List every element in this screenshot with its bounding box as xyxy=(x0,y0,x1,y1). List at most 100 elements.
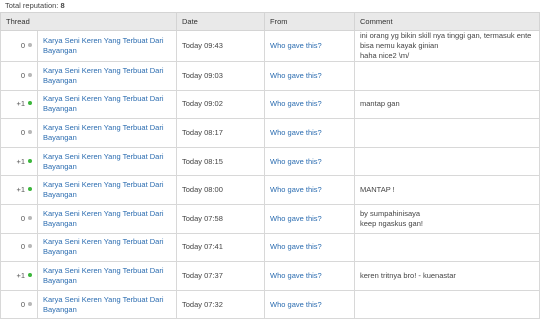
who-gave-this-link[interactable]: Who gave this? xyxy=(270,242,322,251)
date-cell: Today 08:17 xyxy=(176,118,266,148)
from-cell: Who gave this? xyxy=(264,30,356,62)
reputation-points-cell: 0 xyxy=(0,30,38,62)
column-header-date[interactable]: Date xyxy=(176,12,266,31)
reputation-points: 0 xyxy=(20,213,25,223)
thread-link[interactable]: Karya Seni Keren Yang Terbuat Dari Bayan… xyxy=(43,209,164,228)
thread-cell: Karya Seni Keren Yang Terbuat Dari Bayan… xyxy=(36,203,178,234)
table-row: 0 Karya Seni Keren Yang Terbuat Dari Bay… xyxy=(0,61,540,91)
from-cell: Who gave this? xyxy=(264,289,356,320)
thread-link[interactable]: Karya Seni Keren Yang Terbuat Dari Bayan… xyxy=(43,266,164,285)
date-cell: Today 07:37 xyxy=(176,261,266,291)
table-row: +1 Karya Seni Keren Yang Terbuat Dari Ba… xyxy=(0,89,540,120)
total-reputation: Total reputation: 8 xyxy=(0,0,540,12)
reputation-points-cell: +1 xyxy=(0,175,38,205)
total-reputation-label: Total reputation: xyxy=(5,1,59,10)
thread-cell: Karya Seni Keren Yang Terbuat Dari Bayan… xyxy=(36,89,178,120)
date-cell: Today 09:03 xyxy=(176,61,266,91)
neutral-dot-icon xyxy=(28,72,32,77)
positive-dot-icon xyxy=(28,158,32,163)
reputation-points-cell: 0 xyxy=(0,61,38,91)
neutral-dot-icon xyxy=(28,43,32,48)
thread-link[interactable]: Karya Seni Keren Yang Terbuat Dari Bayan… xyxy=(43,66,164,85)
comment-cell: MANTAP ! xyxy=(354,175,540,205)
thread-cell: Karya Seni Keren Yang Terbuat Dari Bayan… xyxy=(36,289,178,320)
who-gave-this-link[interactable]: Who gave this? xyxy=(270,41,322,50)
column-header-comment[interactable]: Comment xyxy=(354,12,540,31)
from-cell: Who gave this? xyxy=(264,61,356,91)
thread-cell: Karya Seni Keren Yang Terbuat Dari Bayan… xyxy=(36,146,178,177)
date-cell: Today 07:32 xyxy=(176,289,266,320)
who-gave-this-link[interactable]: Who gave this? xyxy=(270,71,322,80)
date-cell: Today 07:41 xyxy=(176,232,266,263)
thread-link[interactable]: Karya Seni Keren Yang Terbuat Dari Bayan… xyxy=(43,94,164,113)
who-gave-this-link[interactable]: Who gave this? xyxy=(270,128,322,137)
thread-cell: Karya Seni Keren Yang Terbuat Dari Bayan… xyxy=(36,61,178,91)
neutral-dot-icon xyxy=(28,130,32,134)
from-cell: Who gave this? xyxy=(264,261,356,291)
positive-dot-icon xyxy=(28,187,32,192)
comment-cell xyxy=(354,146,540,177)
table-row: 0 Karya Seni Keren Yang Terbuat Dari Bay… xyxy=(0,232,540,263)
from-cell: Who gave this? xyxy=(264,232,356,263)
comment-cell xyxy=(354,289,540,320)
column-header-thread[interactable]: Thread xyxy=(0,12,178,31)
who-gave-this-link[interactable]: Who gave this? xyxy=(270,271,322,280)
reputation-points-cell: 0 xyxy=(0,203,38,234)
comment-cell: by sumpahinisaya keep ngaskus gan! xyxy=(354,203,540,234)
who-gave-this-link[interactable]: Who gave this? xyxy=(270,185,322,194)
reputation-points: +1 xyxy=(16,270,25,280)
reputation-points: 0 xyxy=(20,127,25,137)
thread-cell: Karya Seni Keren Yang Terbuat Dari Bayan… xyxy=(36,232,178,263)
thread-link[interactable]: Karya Seni Keren Yang Terbuat Dari Bayan… xyxy=(43,152,164,171)
thread-link[interactable]: Karya Seni Keren Yang Terbuat Dari Bayan… xyxy=(43,180,164,199)
comment-cell xyxy=(354,118,540,148)
reputation-points: 0 xyxy=(20,242,25,252)
comment-cell: mantap gan xyxy=(354,89,540,120)
table-row: 0 Karya Seni Keren Yang Terbuat Dari Bay… xyxy=(0,289,540,320)
table-row: +1 Karya Seni Keren Yang Terbuat Dari Ba… xyxy=(0,261,540,291)
date-cell: Today 09:02 xyxy=(176,89,266,120)
from-cell: Who gave this? xyxy=(264,89,356,120)
reputation-points: +1 xyxy=(16,156,25,166)
comment-cell xyxy=(354,232,540,263)
thread-link[interactable]: Karya Seni Keren Yang Terbuat Dari Bayan… xyxy=(43,295,164,314)
reputation-points-cell: 0 xyxy=(0,118,38,148)
table-row: 0 Karya Seni Keren Yang Terbuat Dari Bay… xyxy=(0,30,540,62)
who-gave-this-link[interactable]: Who gave this? xyxy=(270,300,322,309)
thread-link[interactable]: Karya Seni Keren Yang Terbuat Dari Bayan… xyxy=(43,36,164,55)
reputation-points-cell: 0 xyxy=(0,289,38,320)
reputation-table: Thread Date From Comment 0 Karya Seni Ke… xyxy=(0,12,540,320)
who-gave-this-link[interactable]: Who gave this? xyxy=(270,157,322,166)
comment-cell xyxy=(354,61,540,91)
table-row: 0 Karya Seni Keren Yang Terbuat Dari Bay… xyxy=(0,203,540,234)
date-cell: Today 07:58 xyxy=(176,203,266,234)
thread-cell: Karya Seni Keren Yang Terbuat Dari Bayan… xyxy=(36,118,178,148)
table-row: 0 Karya Seni Keren Yang Terbuat Dari Bay… xyxy=(0,118,540,148)
positive-dot-icon xyxy=(28,272,32,277)
thread-cell: Karya Seni Keren Yang Terbuat Dari Bayan… xyxy=(36,30,178,62)
reputation-points: +1 xyxy=(16,99,25,109)
comment-cell: keren tritnya bro! - kuenastar xyxy=(354,261,540,291)
who-gave-this-link[interactable]: Who gave this? xyxy=(270,214,322,223)
positive-dot-icon xyxy=(28,101,32,106)
table-row: +1 Karya Seni Keren Yang Terbuat Dari Ba… xyxy=(0,146,540,177)
thread-link[interactable]: Karya Seni Keren Yang Terbuat Dari Bayan… xyxy=(43,123,164,142)
reputation-points-cell: +1 xyxy=(0,146,38,177)
thread-cell: Karya Seni Keren Yang Terbuat Dari Bayan… xyxy=(36,261,178,291)
total-reputation-value: 8 xyxy=(60,1,65,10)
column-header-from[interactable]: From xyxy=(264,12,356,31)
date-cell: Today 08:00 xyxy=(176,175,266,205)
date-cell: Today 08:15 xyxy=(176,146,266,177)
who-gave-this-link[interactable]: Who gave this? xyxy=(270,99,322,108)
thread-cell: Karya Seni Keren Yang Terbuat Dari Bayan… xyxy=(36,175,178,205)
comment-cell: ini orang yg bikin skill nya tinggi gan,… xyxy=(354,30,540,62)
reputation-points: 0 xyxy=(20,299,25,309)
reputation-points-cell: +1 xyxy=(0,89,38,120)
from-cell: Who gave this? xyxy=(264,146,356,177)
table-header-row: Thread Date From Comment xyxy=(0,12,540,31)
reputation-points-cell: 0 xyxy=(0,232,38,263)
thread-link[interactable]: Karya Seni Keren Yang Terbuat Dari Bayan… xyxy=(43,237,164,256)
reputation-points: 0 xyxy=(20,70,25,80)
from-cell: Who gave this? xyxy=(264,118,356,148)
reputation-points: 0 xyxy=(20,41,25,50)
